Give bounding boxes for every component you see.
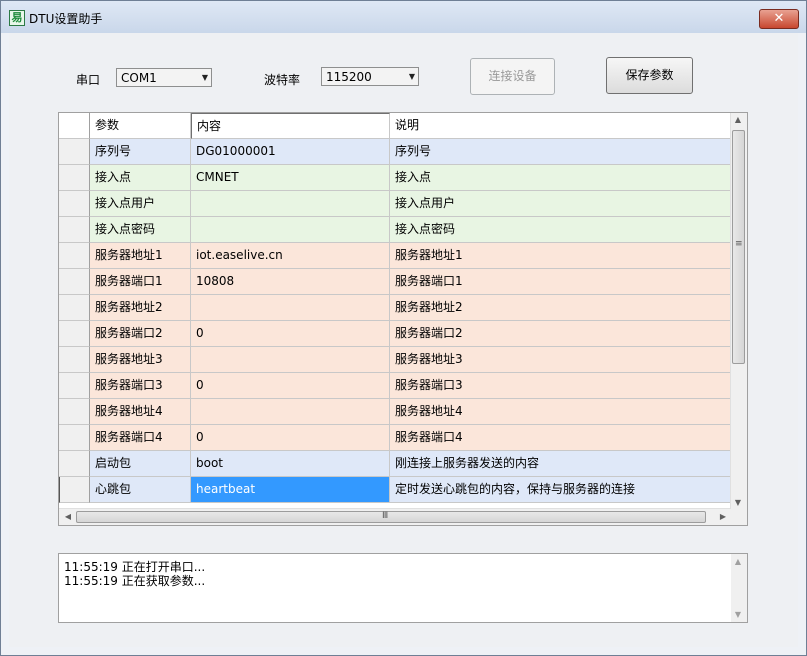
horizontal-scroll-thumb[interactable]: Ⅲ	[76, 511, 706, 523]
cell-value[interactable]: 0	[191, 373, 390, 399]
window-title: DTU设置助手	[29, 12, 103, 26]
close-button[interactable]: ✕	[759, 9, 799, 29]
row-header[interactable]	[59, 451, 90, 477]
log-line: 11:55:19 正在获取参数...	[64, 574, 206, 588]
cell-value[interactable]: iot.easelive.cn	[191, 243, 390, 269]
cell-desc[interactable]: 服务器地址1	[390, 243, 732, 269]
grid-header: 参数 内容 说明	[59, 113, 732, 139]
cell-value[interactable]: DG01000001	[191, 139, 390, 165]
column-header-value[interactable]: 内容	[191, 113, 390, 139]
cell-value[interactable]: 0	[191, 425, 390, 451]
cell-desc[interactable]: 服务器端口4	[390, 425, 732, 451]
port-select[interactable]: COM1 ▼	[116, 68, 212, 87]
baud-label: 波特率	[264, 73, 301, 87]
cell-param[interactable]: 服务器端口3	[90, 373, 191, 399]
row-header[interactable]	[59, 347, 90, 373]
title-bar[interactable]: 易 DTU设置助手 ✕	[1, 1, 806, 33]
column-header-param[interactable]: 参数	[90, 113, 191, 139]
cell-desc[interactable]: 服务器地址4	[390, 399, 732, 425]
scroll-up-icon[interactable]: ▲	[731, 557, 745, 566]
scroll-down-icon[interactable]: ▼	[731, 498, 745, 507]
cell-desc[interactable]: 服务器端口1	[390, 269, 732, 295]
cell-value[interactable]: boot	[191, 451, 390, 477]
scroll-right-icon[interactable]: ▶	[716, 512, 730, 521]
cell-value[interactable]: 10808	[191, 269, 390, 295]
cell-param[interactable]: 服务器端口4	[90, 425, 191, 451]
cell-param[interactable]: 接入点密码	[90, 217, 191, 243]
cell-value[interactable]: 0	[191, 321, 390, 347]
cell-desc[interactable]: 序列号	[390, 139, 732, 165]
column-header-desc[interactable]: 说明	[390, 113, 732, 139]
connect-button[interactable]: 连接设备	[470, 58, 555, 95]
row-header[interactable]	[59, 217, 90, 243]
cell-param[interactable]: 接入点	[90, 165, 191, 191]
client-area: 串口 COM1 ▼ 波特率 115200 ▼ 连接设备 保存参数 参数 内容 说…	[9, 33, 798, 647]
cell-value[interactable]	[191, 191, 390, 217]
cell-desc[interactable]: 刚连接上服务器发送的内容	[390, 451, 732, 477]
grip-icon: Ⅲ	[382, 511, 389, 521]
header-corner	[59, 113, 90, 139]
main-window: 易 DTU设置助手 ✕ 串口 COM1 ▼ 波特率 115200 ▼ 连接设备 …	[0, 0, 807, 656]
cell-value[interactable]	[191, 295, 390, 321]
chevron-down-icon: ▼	[201, 73, 208, 82]
cell-param[interactable]: 序列号	[90, 139, 191, 165]
cell-value[interactable]	[191, 217, 390, 243]
baud-select[interactable]: 115200 ▼	[321, 67, 419, 86]
cell-desc[interactable]: 接入点用户	[390, 191, 732, 217]
scroll-down-icon[interactable]: ▼	[731, 610, 745, 619]
baud-value: 115200	[326, 70, 372, 84]
vertical-scrollbar[interactable]: ▲ ≡ ▼	[730, 113, 747, 509]
log-scrollbar[interactable]: ▲ ▼	[731, 554, 747, 622]
row-header[interactable]	[59, 139, 90, 165]
cell-param[interactable]: 服务器地址3	[90, 347, 191, 373]
cell-desc[interactable]: 服务器端口3	[390, 373, 732, 399]
cell-desc[interactable]: 服务器地址2	[390, 295, 732, 321]
row-header[interactable]	[59, 191, 90, 217]
row-header[interactable]	[59, 425, 90, 451]
cell-desc[interactable]: 接入点	[390, 165, 732, 191]
chevron-down-icon: ▼	[408, 72, 415, 81]
cell-value[interactable]	[191, 399, 390, 425]
row-header[interactable]	[59, 165, 90, 191]
cell-param[interactable]: 服务器地址1	[90, 243, 191, 269]
row-header[interactable]	[59, 373, 90, 399]
log-box[interactable]: 11:55:19 正在打开串口... 11:55:19 正在获取参数... ▲ …	[58, 553, 748, 623]
cell-param[interactable]: 服务器地址4	[90, 399, 191, 425]
row-header[interactable]	[59, 295, 90, 321]
scroll-left-icon[interactable]: ◀	[61, 512, 75, 521]
row-header[interactable]	[59, 477, 90, 503]
cell-param[interactable]: 心跳包	[90, 477, 191, 503]
cell-desc[interactable]: 定时发送心跳包的内容，保持与服务器的连接	[390, 477, 732, 503]
cell-param[interactable]: 服务器端口2	[90, 321, 191, 347]
cell-value[interactable]	[191, 347, 390, 373]
cell-desc[interactable]: 接入点密码	[390, 217, 732, 243]
cell-param[interactable]: 启动包	[90, 451, 191, 477]
cell-value[interactable]: CMNET	[191, 165, 390, 191]
scroll-up-icon[interactable]: ▲	[731, 115, 745, 124]
save-params-button[interactable]: 保存参数	[606, 57, 693, 94]
close-icon: ✕	[773, 11, 785, 26]
row-header[interactable]	[59, 269, 90, 295]
scrollbar-corner	[731, 508, 747, 525]
app-icon: 易	[9, 10, 25, 26]
cell-value[interactable]: heartbeat	[191, 477, 390, 503]
grip-icon: ≡	[735, 239, 743, 249]
cell-param[interactable]: 服务器地址2	[90, 295, 191, 321]
port-label: 串口	[76, 73, 101, 87]
horizontal-scrollbar[interactable]: ◀ Ⅲ ▶	[59, 508, 732, 525]
vertical-scroll-thumb[interactable]: ≡	[732, 130, 745, 364]
params-grid: 参数 内容 说明 序列号 DG01000001 序列号 接入点 CMNET 接入点 接入点用…	[58, 112, 748, 526]
port-value: COM1	[121, 71, 157, 85]
row-header[interactable]	[59, 243, 90, 269]
cell-param[interactable]: 接入点用户	[90, 191, 191, 217]
row-header[interactable]	[59, 399, 90, 425]
cell-desc[interactable]: 服务器端口2	[390, 321, 732, 347]
row-header[interactable]	[59, 321, 90, 347]
cell-desc[interactable]: 服务器地址3	[390, 347, 732, 373]
cell-param[interactable]: 服务器端口1	[90, 269, 191, 295]
